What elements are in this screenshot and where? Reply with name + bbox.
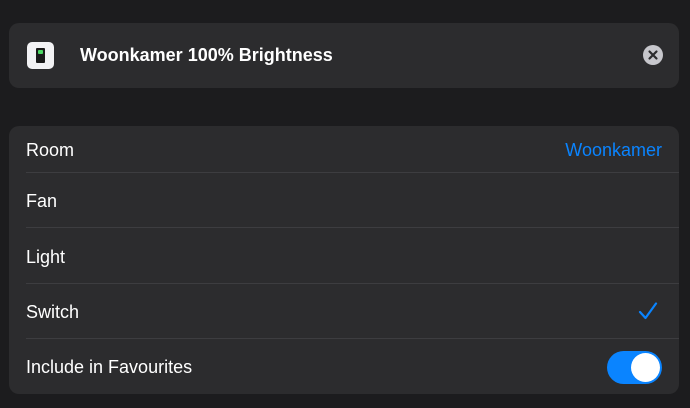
checkmark-icon bbox=[638, 302, 658, 320]
clear-name-button[interactable] bbox=[643, 45, 663, 65]
accessory-settings-list: Room Woonkamer Fan Light Switch Include … bbox=[9, 126, 679, 394]
accessory-name[interactable]: Woonkamer 100% Brightness bbox=[80, 43, 333, 67]
switch-accessory-icon bbox=[27, 42, 54, 69]
room-row[interactable]: Room Woonkamer bbox=[9, 126, 679, 173]
type-label-switch: Switch bbox=[26, 302, 80, 322]
type-row-fan[interactable]: Fan bbox=[9, 173, 679, 228]
favourites-row: Include in Favourites bbox=[9, 339, 679, 394]
type-row-light[interactable]: Light bbox=[9, 228, 679, 284]
close-icon bbox=[648, 50, 658, 60]
accessory-header: Woonkamer 100% Brightness bbox=[9, 23, 679, 88]
toggle-knob bbox=[631, 353, 660, 382]
type-label-fan: Fan bbox=[26, 191, 58, 211]
type-label-light: Light bbox=[26, 247, 66, 267]
favourites-toggle[interactable] bbox=[607, 351, 662, 384]
type-row-switch[interactable]: Switch bbox=[9, 284, 679, 339]
favourites-label: Include in Favourites bbox=[26, 357, 193, 377]
room-value[interactable]: Woonkamer bbox=[565, 139, 662, 161]
room-label: Room bbox=[26, 140, 75, 160]
